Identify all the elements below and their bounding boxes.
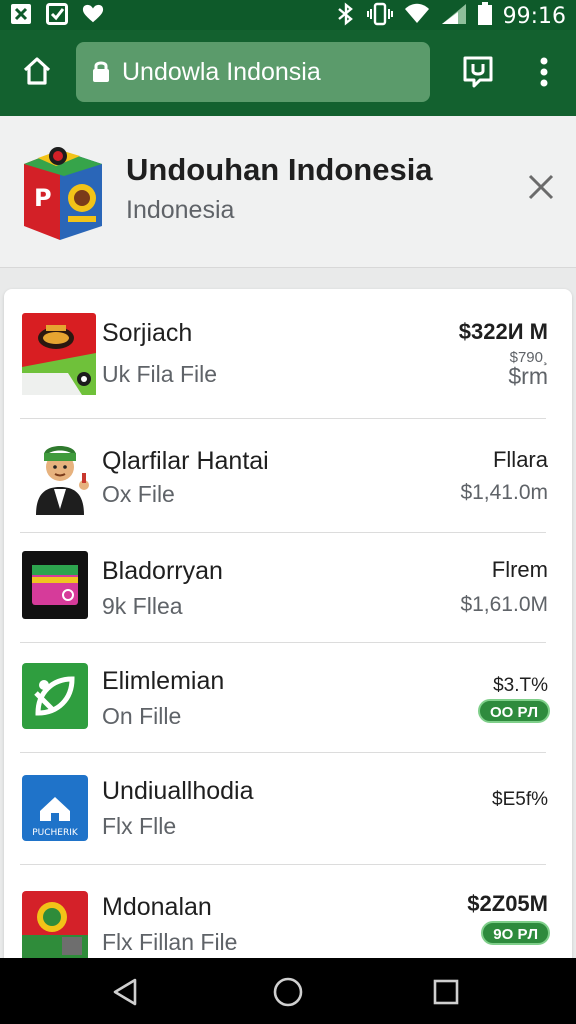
close-icon[interactable] (520, 166, 562, 208)
item-subtitle: On Fille (102, 703, 182, 729)
back-icon[interactable] (106, 972, 146, 1012)
item-price: Flrem (491, 557, 548, 582)
close-box-icon (10, 3, 32, 25)
list-item[interactable]: PUCHERIK Undiuallhodia Flx Flle $E5f% (4, 753, 572, 865)
wallet-app-icon (22, 551, 88, 619)
app-icon-red-green (22, 313, 96, 395)
file-list: Sorjiach Uk Fila File $322И M $790¸ $rm … (4, 289, 572, 969)
vibrate-icon (366, 2, 393, 31)
clock: 99:16 (502, 4, 566, 29)
item-size: $1,61.0M (460, 593, 548, 616)
check-box-icon (46, 3, 68, 25)
browser-toolbar: Undowla Indonsia (0, 30, 576, 116)
item-title: Sorjiach (102, 319, 193, 347)
status-bar: 99:16 (0, 0, 576, 30)
favorite-icon (82, 3, 104, 25)
list-item[interactable]: Elimlemian On Fille $3.T% OO PЛ (4, 643, 572, 753)
tab-switch-icon[interactable] (456, 50, 500, 94)
green-leaf-app-icon (22, 663, 88, 729)
item-subtitle: Flx Fillan File (102, 929, 238, 955)
page-subtitle: Indonesia (126, 196, 235, 224)
item-size: $1,41.0m (460, 481, 548, 504)
install-badge[interactable]: 9O PЛ (481, 921, 550, 945)
item-price: Fllara (492, 447, 548, 472)
item-price: $322И M (458, 319, 548, 344)
page-header: P Undouhan Indonesia Indonesia (0, 116, 576, 268)
page-title: Undouhan Indonesia (126, 152, 433, 187)
item-price: $3.T% (493, 675, 548, 696)
item-title: Qlarfilar Hantai (102, 447, 269, 475)
item-title: Elimlemian (102, 667, 225, 695)
list-item[interactable]: Mdonalan Flx Fillan File $2Z05M 9O PЛ (4, 865, 572, 969)
list-item[interactable]: Bladorryan 9k Fllea Flrem $1,61.0M (4, 533, 572, 643)
url-bar[interactable]: Undowla Indonsia (76, 42, 430, 102)
item-subtitle: 9k Fllea (102, 593, 183, 619)
item-title: Bladorryan (102, 557, 223, 585)
item-price: $E5f% (492, 789, 548, 810)
home-icon[interactable] (14, 48, 60, 94)
item-title: Undiuallhodia (102, 777, 254, 805)
item-title: Mdonalan (102, 893, 212, 921)
bluetooth-icon (335, 2, 357, 31)
url-text: Undowla Indonsia (122, 58, 321, 86)
lock-icon (92, 59, 110, 83)
home-circle-icon[interactable] (268, 972, 308, 1012)
svg-text:P: P (34, 184, 52, 212)
emblem-app-icon (22, 891, 88, 961)
list-item[interactable]: Sorjiach Uk Fila File $322И M $790¸ $rm (4, 289, 572, 419)
home-app-icon-text: PUCHERIK (32, 828, 79, 838)
item-subtitle: Flx Flle (102, 813, 177, 839)
battery-icon (477, 2, 493, 31)
item-price: $2Z05M (467, 891, 548, 916)
install-badge[interactable]: OO PЛ (477, 699, 550, 723)
signal-icon (441, 3, 467, 30)
item-size: $rm (508, 363, 548, 389)
overflow-menu-icon[interactable] (526, 52, 562, 92)
recents-icon[interactable] (426, 972, 466, 1012)
app-cube-icon: P (20, 140, 106, 244)
home-app-icon: PUCHERIK (22, 775, 88, 841)
list-item[interactable]: Qlarfilar Hantai Ox File Fllara $1,41.0m (4, 419, 572, 533)
wifi-icon (403, 3, 431, 30)
item-subtitle: Uk Fila File (102, 361, 218, 387)
item-subtitle: Ox File (102, 481, 175, 507)
person-avatar-icon (22, 433, 96, 515)
system-nav-bar (0, 958, 576, 1024)
